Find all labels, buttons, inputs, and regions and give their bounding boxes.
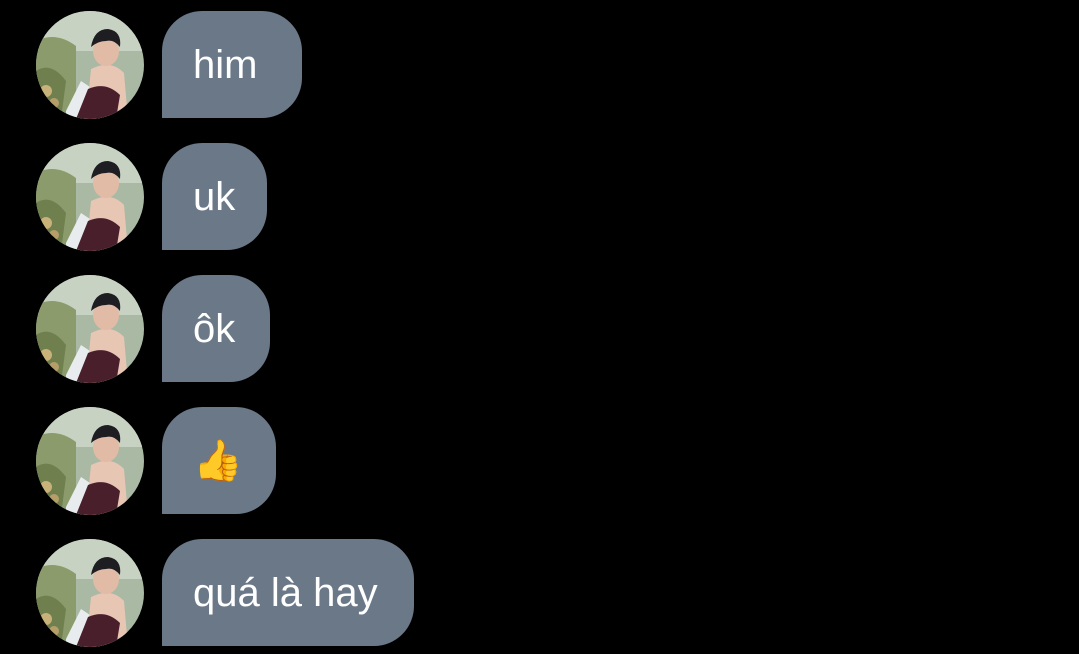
chat-message-list: him uk ôk 👍 quá là hay (0, 0, 1079, 654)
message-row: 👍 (36, 407, 276, 515)
message-bubble[interactable]: him (162, 11, 302, 118)
message-text: uk (193, 174, 236, 219)
user-avatar-photo-icon (36, 539, 144, 647)
message-bubble[interactable]: quá là hay (162, 539, 414, 646)
user-avatar-photo-icon (36, 275, 144, 383)
sender-avatar[interactable] (36, 539, 144, 647)
message-bubble[interactable]: ôk (162, 275, 270, 382)
sender-avatar[interactable] (36, 275, 144, 383)
message-text: ôk (193, 306, 236, 351)
user-avatar-photo-icon (36, 11, 144, 119)
message-text: quá là hay (193, 570, 378, 615)
thumbs-up-icon: 👍 (193, 438, 243, 483)
message-bubble[interactable]: uk (162, 143, 267, 250)
message-row: quá là hay (36, 539, 414, 647)
sender-avatar[interactable] (36, 143, 144, 251)
sender-avatar[interactable] (36, 407, 144, 515)
user-avatar-photo-icon (36, 407, 144, 515)
message-text: him (193, 42, 258, 87)
user-avatar-photo-icon (36, 143, 144, 251)
message-bubble[interactable]: 👍 (162, 407, 276, 514)
message-row: him (36, 11, 302, 119)
message-row: ôk (36, 275, 270, 383)
message-row: uk (36, 143, 267, 251)
sender-avatar[interactable] (36, 11, 144, 119)
